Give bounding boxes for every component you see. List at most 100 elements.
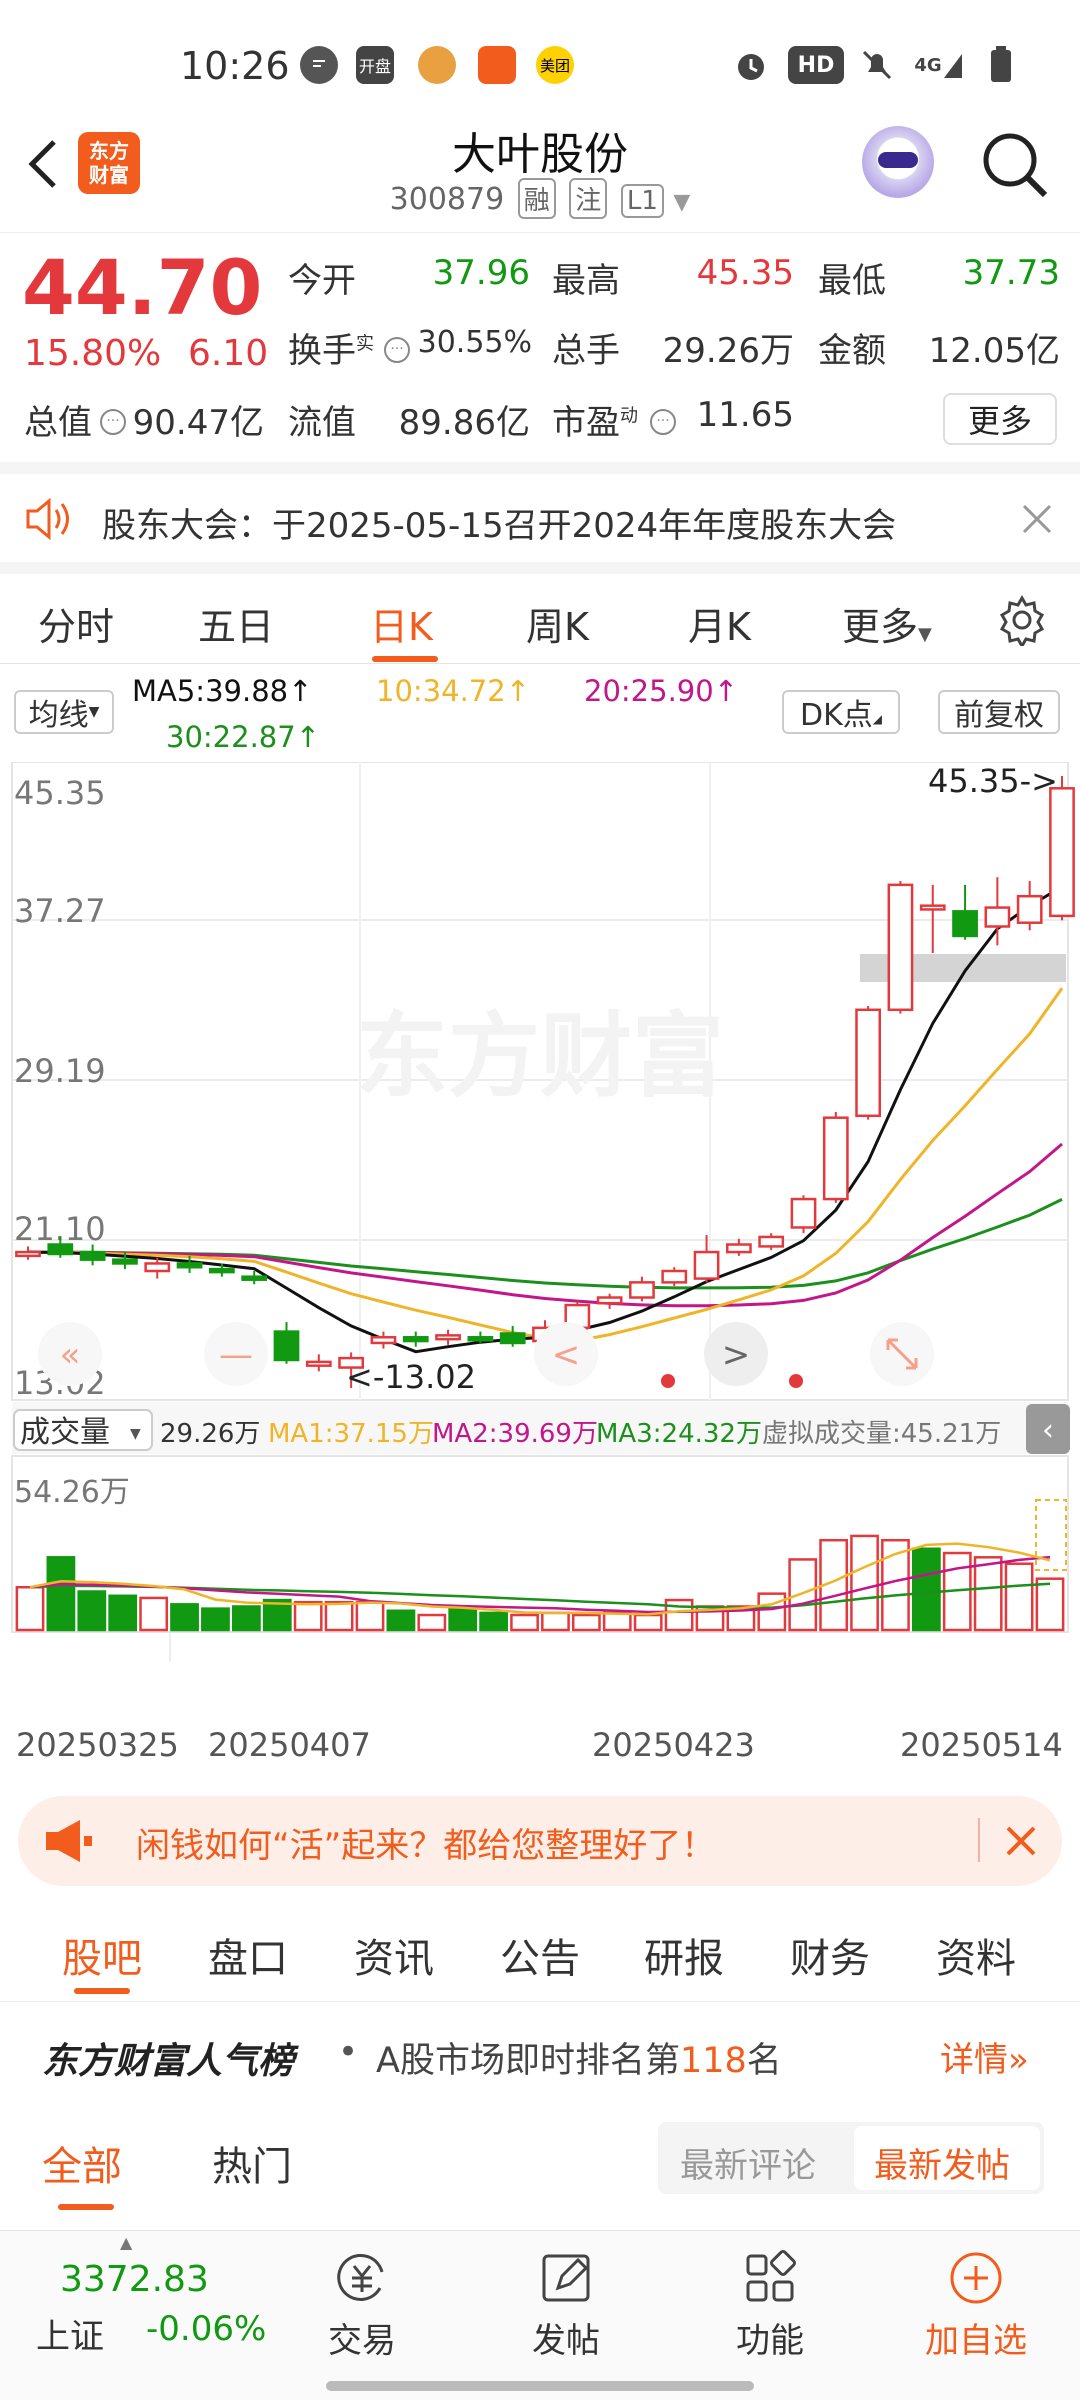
close-icon[interactable] (1002, 1822, 1040, 1860)
gear-icon[interactable] (996, 594, 1048, 650)
volume-bar (664, 1598, 694, 1632)
more-button[interactable]: 更多 (943, 393, 1057, 445)
double-chevron-icon: » (1008, 2040, 1029, 2080)
tab-finance[interactable]: 财务 (790, 1926, 870, 1984)
change-amount: 6.10 (188, 333, 269, 374)
rank-prefix: A股市场即时排名第 (376, 2041, 680, 2081)
tab-monthly-k[interactable]: 月K (688, 596, 751, 651)
rank-detail-link[interactable]: 详情» (940, 2032, 1029, 2081)
tab-pankou[interactable]: 盘口 (208, 1926, 288, 1984)
robot-avatar-icon[interactable] (862, 126, 934, 198)
filter-hot[interactable]: 热门 (212, 2134, 292, 2192)
tab-weekly-k[interactable]: 周K (526, 596, 589, 651)
tab-research[interactable]: 研报 (644, 1926, 724, 1984)
nav-add-watchlist[interactable]: 加自选 (906, 2243, 1046, 2362)
caret-down-icon: ▼ (130, 1426, 141, 1442)
kline-svg[interactable]: 东方财富 45.35 37.27 29.19 21.10 13.02 45.35… (0, 761, 1080, 1782)
volume-value: 29.26万 (662, 331, 794, 371)
filter-all[interactable]: 全部 (42, 2134, 122, 2192)
tab-five-day[interactable]: 五日 (198, 596, 274, 651)
nav-trade[interactable]: 交易 (292, 2243, 432, 2362)
candle-body (984, 906, 1011, 928)
volume-bar (788, 1558, 818, 1632)
event-dot[interactable] (789, 1374, 803, 1388)
candle-body (887, 883, 914, 1012)
search-icon[interactable] (980, 130, 1050, 200)
signal-4g-icon: 4G (912, 46, 966, 84)
alarm-icon (732, 46, 770, 84)
home-indicator (326, 2381, 754, 2391)
volume-bar (911, 1547, 941, 1632)
tab-announcements[interactable]: 公告 (500, 1926, 580, 1984)
tab-intraday[interactable]: 分时 (38, 596, 114, 651)
bullet: • (338, 2032, 359, 2072)
adjust-button[interactable]: 前复权 (938, 690, 1060, 734)
nav-post[interactable]: 发帖 (496, 2243, 636, 2362)
add-circle-icon (906, 2243, 1046, 2313)
step-right-button[interactable]: > (704, 1322, 768, 1386)
promo-banner[interactable]: 闲钱如何“活”起来？都给您整理好了！ (18, 1796, 1062, 1886)
low-value: 37.73 (962, 253, 1060, 293)
svg-text:—: — (219, 1335, 253, 1375)
tab-guba[interactable]: 股吧 (62, 1926, 142, 1984)
ma-selector[interactable]: 均线 ▼ (14, 690, 114, 734)
mute-icon (858, 46, 896, 84)
caret-down-icon: ▼ (918, 624, 932, 645)
register-tag: 注 (569, 178, 608, 219)
low-marker: <-13.02 (346, 1358, 476, 1396)
close-icon[interactable] (1020, 502, 1054, 536)
event-dot[interactable] (661, 1374, 675, 1388)
info-icon[interactable]: ··· (650, 409, 676, 435)
svg-text:«: « (60, 1335, 81, 1375)
dropdown-icon[interactable]: ▼ (673, 190, 690, 215)
candle-body (693, 1250, 720, 1280)
volume-bar (973, 1556, 1003, 1632)
svg-text:<: < (552, 1335, 581, 1375)
tab-news[interactable]: 资讯 (354, 1926, 434, 1984)
turnover-label: 换手实 (288, 323, 374, 372)
ma30-line (28, 1198, 1063, 1290)
candle-body (144, 1262, 171, 1273)
collapse-panel-button[interactable]: ‹ (1026, 1404, 1070, 1454)
pe-sup: 动 (620, 405, 638, 427)
tab-daily-k[interactable]: 日K (370, 596, 433, 651)
chat-icon (300, 46, 338, 84)
info-icon[interactable]: ··· (384, 337, 410, 363)
zoom-out-button[interactable]: — (204, 1322, 268, 1386)
stock-header: 东方 财富 大叶股份 300879 融 注 L1 ▼ (0, 110, 1080, 230)
turnover-label-text: 换手 (288, 331, 356, 371)
index-value[interactable]: 3372.83 (60, 2259, 209, 2300)
nav-trade-label: 交易 (328, 2321, 396, 2361)
tab-more[interactable]: 更多▼ (842, 596, 932, 651)
fullscreen-button[interactable] (870, 1322, 934, 1386)
volume-label: 总手 (552, 331, 620, 371)
x-label-3: 20250423 (592, 1726, 755, 1764)
volume-selector[interactable]: 成交量 ▼ (13, 1409, 153, 1451)
content-tabs: 股吧 盘口 资讯 公告 研报 财务 资料 (0, 1904, 1080, 2002)
high-value: 45.35 (696, 253, 794, 293)
kline-chart[interactable]: 东方财富 45.35 37.27 29.19 21.10 13.02 45.35… (0, 761, 1080, 1782)
tab-profile[interactable]: 资料 (936, 1926, 1016, 1984)
scroll-left-button[interactable]: « (38, 1322, 102, 1386)
vol-ma1: MA1:37.15万 (268, 1419, 434, 1449)
popularity-rank[interactable]: 东方财富人气榜 • A股市场即时排名第118名 详情» (0, 2002, 1080, 2104)
sort-toggle: 最新评论 最新发帖 (658, 2122, 1044, 2194)
candle-body (596, 1296, 623, 1305)
candle-body (208, 1267, 235, 1274)
pe-label-text: 市盈 (552, 403, 620, 443)
volume-bar (231, 1605, 261, 1632)
caret-up-icon: ▲ (120, 2233, 133, 2252)
candle-body (47, 1243, 74, 1256)
step-left-button[interactable]: < (534, 1322, 598, 1386)
dk-point-button[interactable]: DK点 ◢ (782, 690, 900, 734)
sort-latest-post[interactable]: 最新发帖 (874, 2138, 1010, 2187)
megaphone-icon (40, 1814, 96, 1868)
volume-bar (170, 1603, 199, 1632)
rank-text: A股市场即时排名第118名 (376, 2032, 782, 2083)
sort-latest-comment[interactable]: 最新评论 (680, 2138, 816, 2187)
vol-ma3: MA3:24.32万 (596, 1419, 762, 1449)
kaipan-app-icon: 开盘 (356, 46, 394, 84)
nav-functions[interactable]: 功能 (700, 2243, 840, 2362)
info-icon[interactable]: ··· (100, 409, 126, 435)
notice-bar[interactable]: 股东大会：于2025-05-15召开2024年年度股东大会 (0, 462, 1080, 562)
